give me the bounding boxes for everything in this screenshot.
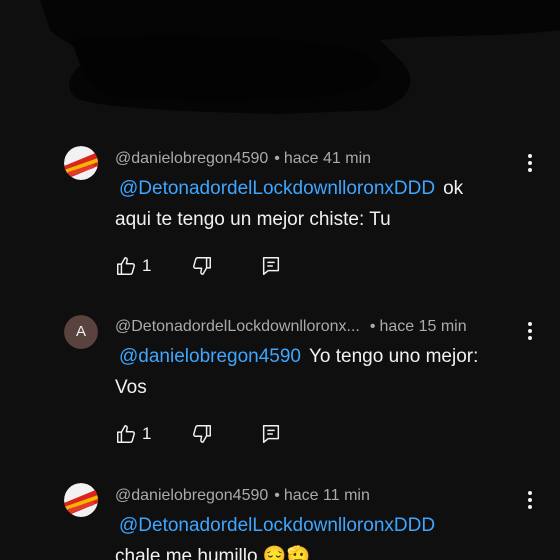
reply-button[interactable] [260, 255, 282, 279]
comment-meta: @danielobregon4590 • hace 41 min [115, 150, 371, 168]
comment-actions: 1 [115, 423, 315, 447]
comment-text: @DetonadordelLockdownlloronxDDD chale me… [115, 510, 535, 560]
more-vertical-icon[interactable] [520, 489, 540, 511]
avatar-image [64, 146, 98, 180]
mention-link[interactable]: @danielobregon4590 [119, 346, 301, 367]
avatar[interactable]: A [64, 315, 98, 349]
more-vertical-icon[interactable] [520, 320, 540, 342]
thumbs-down-icon [193, 425, 211, 443]
thumbs-up-icon [117, 425, 135, 443]
like-button[interactable]: 1 [115, 423, 151, 447]
author-name[interactable]: @danielobregon4590 [115, 487, 268, 505]
author-name[interactable]: @DetonadordelLockdownlloronx... [115, 318, 360, 336]
avatar-image [64, 483, 98, 517]
comment-inline-text: ok [443, 178, 464, 199]
avatar[interactable] [64, 146, 98, 180]
avatar[interactable] [64, 483, 98, 517]
meta-separator: • [369, 318, 376, 335]
comment-rest-text: aqui te tengo un mejor chiste: Tu [115, 209, 391, 230]
redaction-scribble [40, 0, 560, 114]
comment-time: hace 41 min [283, 150, 372, 167]
avatar-letter: A [64, 315, 98, 349]
meta-separator: • [274, 487, 280, 504]
dislike-button[interactable] [191, 255, 213, 279]
comment-item: A @DetonadordelLockdownlloronx... • hace 1… [0, 315, 560, 448]
like-button[interactable]: 1 [115, 255, 151, 279]
thumbs-down-icon [193, 257, 211, 275]
comment-rest-text: chale me humillo 😔🫡 [115, 546, 311, 560]
comment-actions: 1 [115, 255, 315, 279]
comment-meta: @danielobregon4590 • hace 11 min [115, 487, 370, 505]
reply-button[interactable] [260, 423, 282, 447]
comments-screen: @danielobregon4590 • hace 41 min @Detonado… [0, 0, 560, 560]
comment-item: @danielobregon4590 • hace 41 min @Detonado… [0, 146, 560, 280]
mention-link[interactable]: @DetonadordelLockdownlloronxDDD [119, 178, 435, 199]
comment-item: @danielobregon4590 • hace 11 min @Detonado… [0, 483, 560, 560]
comment-text: @danielobregon4590 Yo tengo uno mejor: Vo… [115, 341, 535, 403]
reply-icon [262, 425, 280, 443]
reply-icon [262, 257, 280, 275]
author-name[interactable]: @danielobregon4590 [115, 150, 268, 168]
comment-time: hace 15 min [379, 318, 467, 335]
like-count: 1 [142, 424, 152, 443]
dislike-button[interactable] [191, 423, 213, 447]
comment-inline-text: Yo tengo uno mejor: [309, 346, 479, 367]
comment-text: @DetonadordelLockdownlloronxDDD ok aqui t… [115, 173, 535, 235]
comment-meta: @DetonadordelLockdownlloronx... • hace 15 … [115, 318, 467, 336]
comment-rest-text: Vos [115, 377, 147, 398]
more-vertical-icon[interactable] [520, 152, 540, 174]
comment-time: hace 11 min [283, 487, 370, 504]
meta-separator: • [274, 150, 280, 167]
thumbs-up-icon [117, 257, 135, 275]
like-count: 1 [142, 256, 152, 275]
mention-link[interactable]: @DetonadordelLockdownlloronxDDD [119, 515, 435, 536]
